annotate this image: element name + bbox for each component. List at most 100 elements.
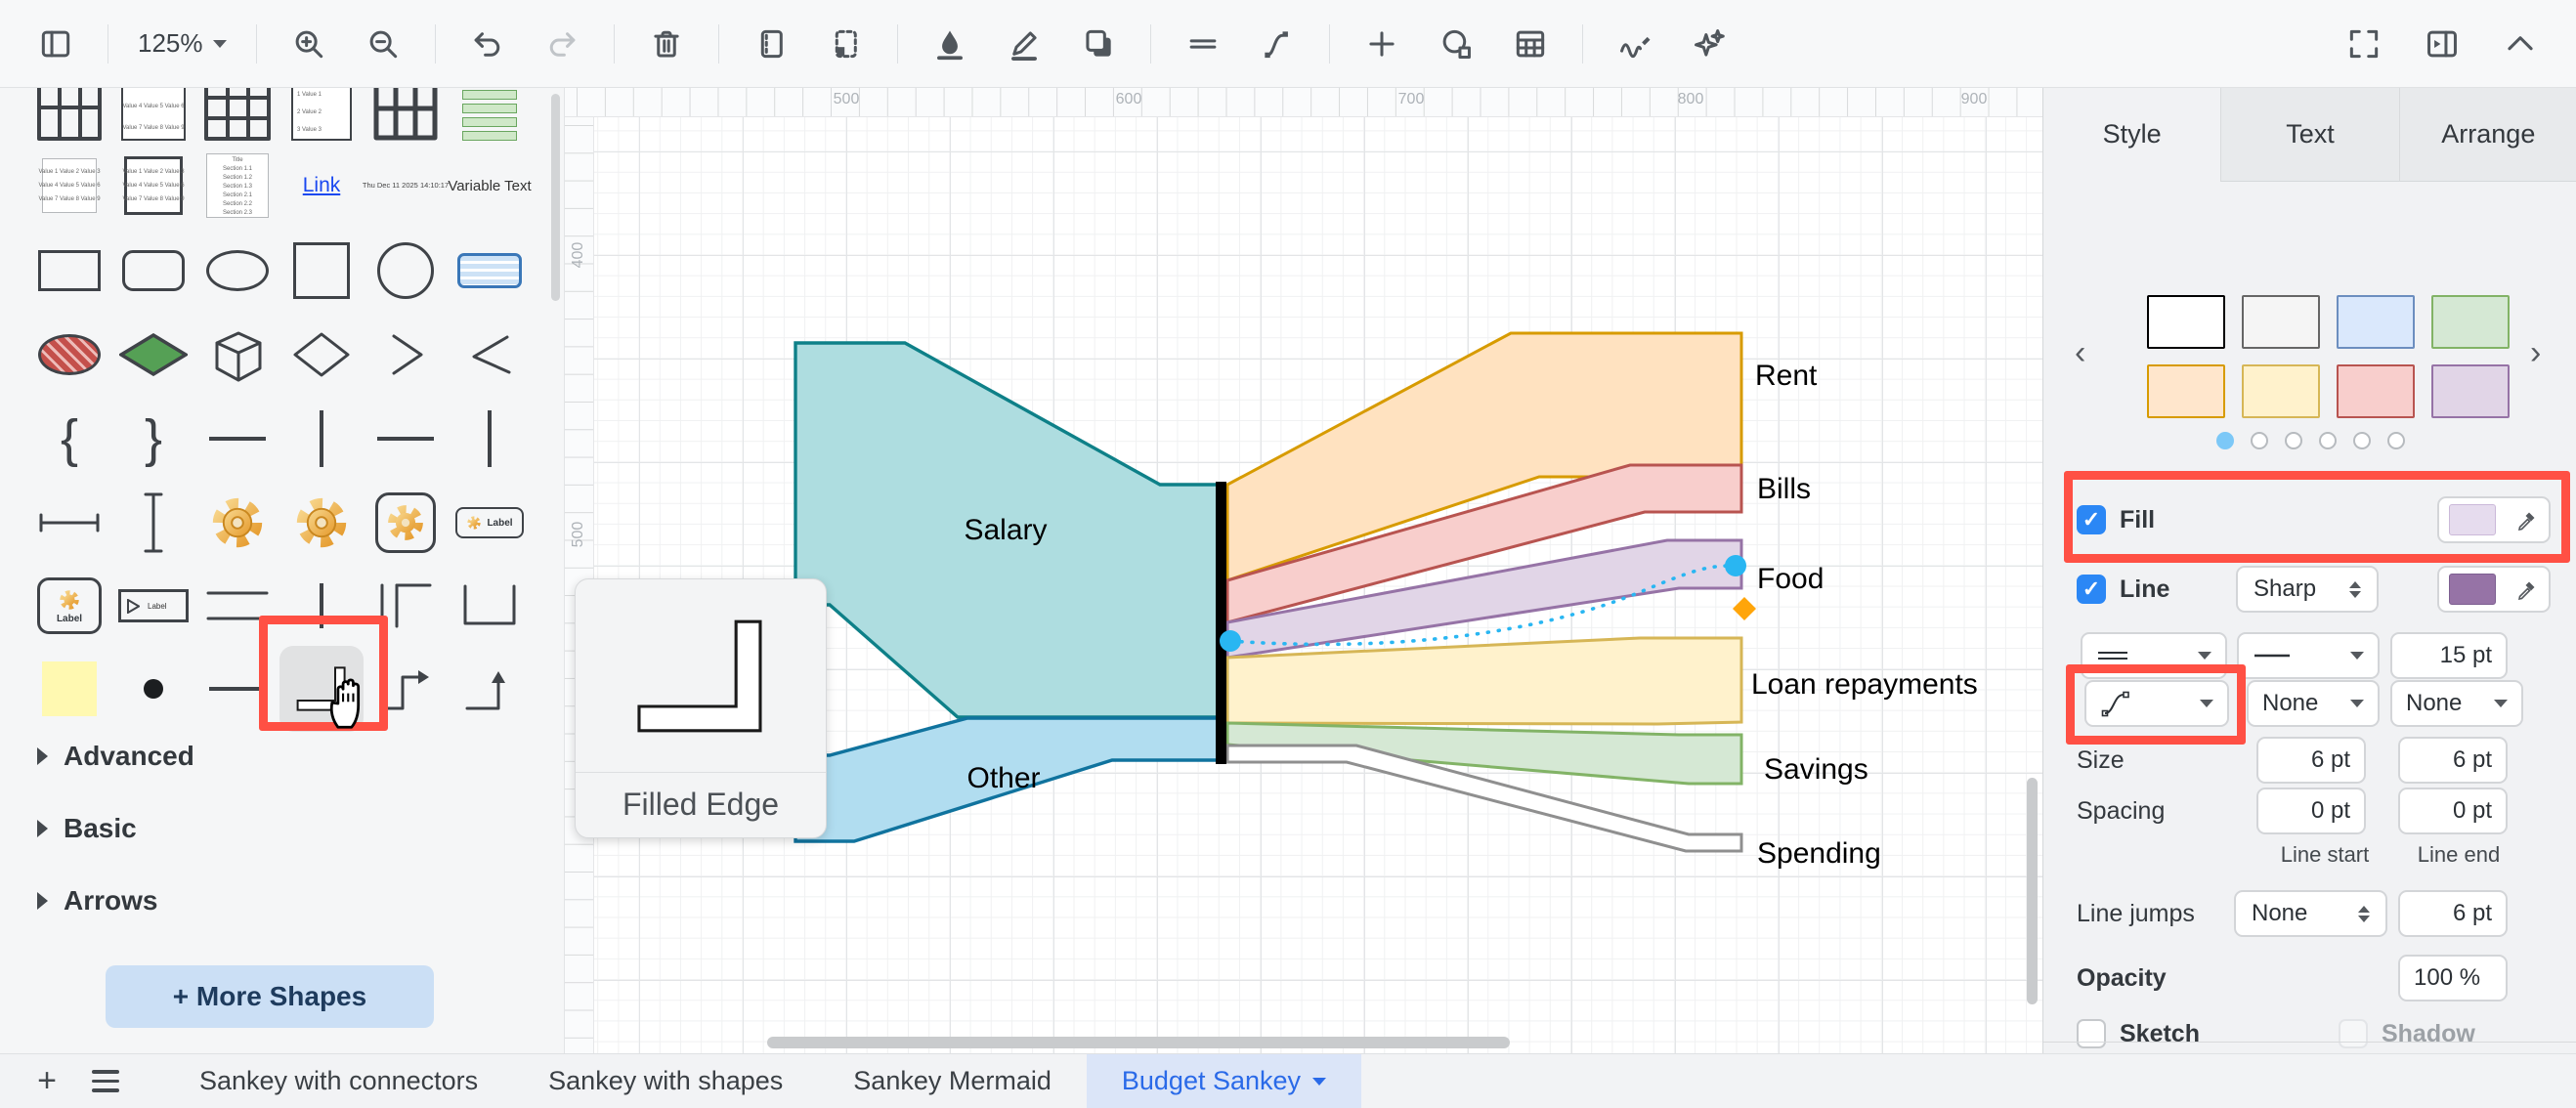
sidebar-section-advanced[interactable]: Advanced [37, 741, 194, 772]
shape-gear-container[interactable] [364, 481, 448, 565]
waypoints-icon[interactable] [1255, 21, 1300, 66]
shape-table-values[interactable]: Value 4 Value 5 Value 6Value 7 Value 8 V… [111, 88, 195, 143]
ai-sparkle-icon[interactable] [1687, 21, 1732, 66]
connector-style-select[interactable] [2081, 632, 2227, 679]
freehand-icon[interactable] [1612, 21, 1657, 66]
style-swatch[interactable] [2431, 295, 2510, 349]
copy-style-icon[interactable] [749, 21, 794, 66]
style-swatch[interactable] [2147, 295, 2225, 349]
page-dot[interactable] [2251, 432, 2268, 449]
shape-chevron-left[interactable] [448, 313, 532, 397]
shape-corner-lines[interactable] [364, 565, 448, 647]
line-dash-select[interactable] [2237, 632, 2380, 679]
add-page-button[interactable]: + [18, 1062, 76, 1100]
line-jumps-size-input[interactable]: 6 pt [2398, 890, 2508, 937]
sketch-checkbox[interactable] [2077, 1019, 2106, 1048]
page-tab-sankey-shapes[interactable]: Sankey with shapes [513, 1054, 818, 1108]
shape-date-text[interactable]: Thu Dec 11 2025 14:10:17 [364, 143, 448, 229]
sankey-junction-bar[interactable] [1216, 482, 1226, 764]
shape-sticky-note[interactable] [27, 647, 111, 731]
stroke-color-icon[interactable] [1002, 21, 1047, 66]
shape-dot[interactable] [111, 647, 195, 731]
page-dot[interactable] [2319, 432, 2337, 449]
format-panel-toggle-icon[interactable] [2420, 21, 2465, 66]
shape-gear[interactable] [195, 481, 279, 565]
shape-left-brace[interactable]: { [27, 397, 111, 481]
shape-grid-values[interactable]: Value 1 Value 2 Value 3Value 4 Value 5 V… [111, 143, 195, 229]
edge-waypoint-diamond[interactable] [1733, 597, 1756, 620]
line-color-button[interactable] [2437, 566, 2551, 613]
shape-gear-label-small[interactable]: Label [448, 481, 532, 565]
shape-table-bold[interactable] [364, 88, 448, 143]
shape-bent-arrow-right[interactable] [364, 647, 448, 731]
shape-cube[interactable] [195, 313, 279, 397]
page-dot[interactable] [2387, 432, 2405, 449]
shape-vertical-measure[interactable] [111, 481, 195, 565]
shapes-panel-toggle-icon[interactable] [33, 21, 78, 66]
shape-square[interactable] [279, 229, 364, 313]
shape-bent-arrow-up[interactable] [448, 647, 532, 731]
delete-button[interactable] [644, 21, 689, 66]
shape-right-brace[interactable]: } [111, 397, 195, 481]
sankey-flow-loan[interactable] [1227, 638, 1741, 724]
shape-horizontal-line-2[interactable] [364, 397, 448, 481]
shape-horizontal-measure[interactable] [27, 481, 111, 565]
zoom-level-dropdown[interactable]: 125% [138, 28, 227, 59]
spacing-end-input[interactable]: 0 pt [2398, 788, 2508, 834]
redo-button[interactable] [539, 21, 584, 66]
size-end-input[interactable]: 6 pt [2398, 737, 2508, 784]
style-swatch[interactable] [2147, 364, 2225, 418]
line-start-select[interactable]: None [2247, 680, 2380, 727]
style-swatch[interactable] [2242, 295, 2320, 349]
shape-vertical-line-2[interactable] [448, 397, 532, 481]
fill-checkbox[interactable]: ✓ [2077, 505, 2106, 534]
shape-ellipse[interactable] [195, 229, 279, 313]
shape-numbered-list[interactable]: 1 Value 12 Value 23 Value 3 [279, 88, 364, 143]
shape-table-plain[interactable]: Value 1 Value 2 Value 3Value 4 Value 5 V… [27, 143, 111, 229]
shadow-icon[interactable] [1076, 21, 1121, 66]
undo-button[interactable] [465, 21, 510, 66]
page-tab-sankey-connectors[interactable]: Sankey with connectors [164, 1054, 513, 1108]
zoom-out-button[interactable] [361, 21, 406, 66]
shape-grid-3x3[interactable] [195, 88, 279, 143]
style-swatch[interactable] [2242, 364, 2320, 418]
shape-striped-rectangle[interactable] [448, 229, 532, 313]
tab-text[interactable]: Text [2220, 88, 2398, 182]
shape-chevron-right[interactable] [364, 313, 448, 397]
shape-filled-edge[interactable] [279, 647, 364, 731]
line-style-icon[interactable] [1181, 21, 1225, 66]
shape-rectangle[interactable] [27, 229, 111, 313]
shape-vertical-line[interactable] [279, 397, 364, 481]
canvas-horizontal-scrollbar[interactable] [767, 1037, 1510, 1048]
line-checkbox[interactable]: ✓ [2077, 575, 2106, 604]
insert-table-icon[interactable] [1508, 21, 1553, 66]
shape-line-3[interactable] [195, 647, 279, 731]
shape-rounded-rectangle[interactable] [111, 229, 195, 313]
style-swatch[interactable] [2337, 364, 2415, 418]
page-dot[interactable] [2216, 432, 2234, 449]
size-start-input[interactable]: 6 pt [2256, 737, 2366, 784]
insert-shape-icon[interactable] [1434, 21, 1479, 66]
collapse-toolbar-icon[interactable] [2498, 21, 2543, 66]
shape-isometric-square[interactable] [111, 313, 195, 397]
waypoint-style-select[interactable] [2084, 680, 2229, 727]
shape-titled-list[interactable]: TitleSection 1.1Section 1.2Section 1.3Se… [195, 143, 279, 229]
line-jumps-select[interactable]: None [2234, 890, 2387, 937]
more-shapes-button[interactable]: + More Shapes [106, 965, 434, 1028]
fill-color-icon[interactable] [927, 21, 972, 66]
swatch-prev-icon[interactable]: ‹ [2075, 334, 2085, 372]
fill-color-button[interactable] [2437, 496, 2551, 543]
shadow-checkbox[interactable] [2339, 1019, 2368, 1048]
tab-style[interactable]: Style [2043, 88, 2220, 182]
shape-horizontal-line[interactable] [195, 397, 279, 481]
shape-gear-label-box[interactable]: Label [27, 565, 111, 647]
edge-endpoint-end[interactable] [1725, 555, 1746, 576]
shape-link[interactable]: Link [279, 143, 364, 229]
line-style-select[interactable]: Sharp [2236, 566, 2379, 613]
shape-circle[interactable] [364, 229, 448, 313]
shape-hatched-ellipse[interactable] [27, 313, 111, 397]
sidebar-section-arrows[interactable]: Arrows [37, 885, 157, 916]
page-dot[interactable] [2285, 432, 2302, 449]
spacing-start-input[interactable]: 0 pt [2256, 788, 2366, 834]
insert-icon[interactable] [1359, 21, 1404, 66]
